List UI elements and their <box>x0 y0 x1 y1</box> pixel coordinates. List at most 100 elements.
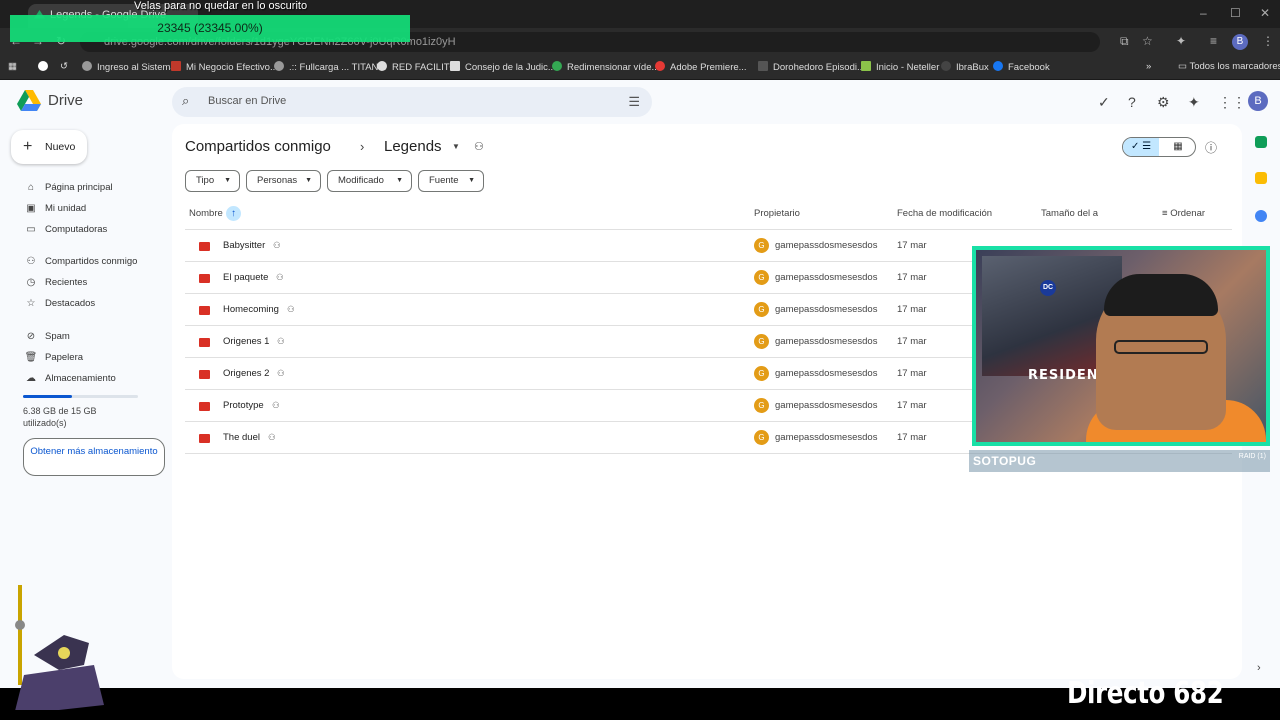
bookmark-item[interactable]: Dorohedoro Episodi... <box>758 61 865 73</box>
bookmark-item[interactable]: Adobe Premiere... <box>655 61 747 73</box>
nav-recent[interactable]: ◷ Recientes <box>24 277 88 288</box>
grid-view-button[interactable]: ▦ <box>1160 138 1196 156</box>
help-icon[interactable]: ? <box>1128 94 1136 110</box>
owner-name: gamepassdosmesesdos <box>775 336 878 347</box>
filter-type[interactable]: Tipo ▼ <box>185 170 240 192</box>
bookmark-star-icon[interactable]: ☆ <box>1142 34 1153 48</box>
calendar-icon[interactable] <box>1255 136 1267 148</box>
shared-folder-icon[interactable]: ⚇ <box>474 140 484 153</box>
search-bar[interactable]: ⌕ Buscar en Drive ☰ <box>172 87 652 117</box>
nav-spam[interactable]: ⊘ Spam <box>24 331 70 342</box>
file-name[interactable]: The duel <box>223 432 260 443</box>
file-name[interactable]: Babysitter <box>223 240 265 251</box>
sort-icon: ≡ <box>1162 208 1171 219</box>
bookmark-item[interactable]: Mi Negocio Efectivo... <box>171 61 278 73</box>
search-options-icon[interactable]: ☰ <box>628 94 640 110</box>
owner-avatar: G <box>754 430 769 445</box>
bookmark-google[interactable] <box>38 61 53 73</box>
search-icon[interactable]: ⌕ <box>182 93 189 109</box>
maximize-icon[interactable]: ☐ <box>1230 6 1241 20</box>
column-owner[interactable]: Propietario <box>754 208 800 219</box>
close-icon[interactable]: ✕ <box>1260 6 1270 20</box>
nav-storage[interactable]: ☁ Almacenamiento <box>24 373 116 384</box>
nav-trash[interactable]: 🗑 Papelera <box>24 352 83 363</box>
bookmark-item[interactable]: Ingreso al Sistema <box>82 61 176 73</box>
offline-status-icon[interactable]: ✓ <box>1098 94 1110 111</box>
nav-home[interactable]: ⌂ Página principal <box>24 182 113 193</box>
bookmark-item[interactable]: Facebook <box>993 61 1050 73</box>
file-name[interactable]: Homecoming <box>223 304 279 315</box>
modified-date: 17 mar <box>897 400 927 411</box>
nav-computers[interactable]: ▭ Computadoras <box>24 224 107 235</box>
chevron-right-icon: › <box>360 139 365 154</box>
file-name[interactable]: Prototype <box>223 400 264 411</box>
modified-date: 17 mar <box>897 368 927 379</box>
list-view-button[interactable]: ✓ ☰ <box>1123 138 1159 156</box>
gemini-sparkle-icon[interactable]: ✦ <box>1188 94 1200 111</box>
filter-people[interactable]: Personas ▼ <box>246 170 321 192</box>
owner-name: gamepassdosmesesdos <box>775 272 878 283</box>
info-icon[interactable]: ⓘ <box>1205 139 1217 156</box>
extensions-icon[interactable]: ✦ <box>1176 34 1186 48</box>
cast-icon[interactable]: ⧉ <box>1120 34 1129 49</box>
drive-app-name[interactable]: Drive <box>48 92 83 109</box>
sort-ascending-icon[interactable]: ↑ <box>226 206 241 221</box>
minimize-icon[interactable]: – <box>1200 6 1207 20</box>
breadcrumb-current[interactable]: Legends <box>384 138 442 155</box>
menu-dots-icon[interactable]: ⋮ <box>1262 34 1274 48</box>
all-bookmarks[interactable]: ▭ Todos los marcadores <box>1178 61 1280 72</box>
sort-button[interactable]: ≡ Ordenar <box>1162 208 1205 219</box>
google-icon <box>38 61 48 71</box>
get-more-storage-button[interactable]: Obtener más almacenamiento <box>23 438 165 476</box>
nav-my-drive[interactable]: ▣ Mi unidad <box>24 203 86 214</box>
shared-icon: ⚇ <box>268 432 276 442</box>
bookmark-item[interactable]: Redimensionar víde... <box>552 61 659 73</box>
screen: Legends - Google Drive – ☐ ✕ ← → ↻ drive… <box>0 0 1280 720</box>
nav-starred[interactable]: ☆ Destacados <box>24 298 96 309</box>
chevron-down-icon: ▼ <box>468 177 475 184</box>
search-input[interactable]: Buscar en Drive <box>208 95 286 107</box>
tasks-icon[interactable] <box>1255 210 1267 222</box>
settings-gear-icon[interactable]: ⚙ <box>1157 94 1170 111</box>
file-name[interactable]: Origenes 1 <box>223 336 269 347</box>
google-apps-icon[interactable]: ⋮⋮ <box>1218 94 1246 111</box>
bookmark-item[interactable]: RED FACILITO <box>377 61 457 73</box>
bookmark-item[interactable]: Inicio - Neteller <box>861 61 939 73</box>
history-icon[interactable]: ↺ <box>60 61 68 72</box>
keep-icon[interactable] <box>1255 172 1267 184</box>
bookmark-item[interactable]: Consejo de la Judic... <box>450 61 556 73</box>
file-name[interactable]: Origenes 2 <box>223 368 269 379</box>
storage-bar-fill <box>23 395 72 398</box>
column-modified[interactable]: Fecha de modificación <box>897 208 992 219</box>
bookmarks-bar: ▦ ↺ Ingreso al Sistema Mi Negocio Efecti… <box>0 56 1280 80</box>
apps-grid-icon[interactable]: ▦ <box>8 61 17 72</box>
filter-modified[interactable]: Modificado ▼ <box>327 170 412 192</box>
new-button[interactable]: + Nuevo <box>11 130 87 164</box>
browser-profile-avatar[interactable]: B <box>1232 34 1248 50</box>
shared-icon: ⚇ <box>276 272 284 282</box>
owner-avatar: G <box>754 238 769 253</box>
bookmark-item[interactable]: .:: Fullcarga ... TITAN... <box>274 61 386 73</box>
video-file-icon <box>199 306 210 315</box>
column-name[interactable]: Nombre <box>189 208 223 219</box>
column-size[interactable]: Tamaño del a <box>1041 208 1098 219</box>
chevron-down-icon[interactable]: ▼ <box>452 142 460 151</box>
owner-avatar: G <box>754 334 769 349</box>
more-bookmarks-icon[interactable]: » <box>1146 61 1151 72</box>
owner-name: gamepassdosmesesdos <box>775 432 878 443</box>
media-icon[interactable]: ≡ <box>1210 34 1217 48</box>
stream-progress-bar: 23345 (23345.00%) <box>10 15 410 42</box>
nav-shared-with-me[interactable]: ⚇ Compartidos conmigo <box>24 256 138 267</box>
home-icon: ⌂ <box>27 182 35 193</box>
my-drive-icon: ▣ <box>26 203 36 214</box>
chevron-right-icon[interactable]: › <box>1257 662 1261 674</box>
star-icon: ☆ <box>26 298 36 309</box>
modified-date: 17 mar <box>897 304 927 315</box>
bookmark-item[interactable]: IbraBux <box>941 61 989 73</box>
filter-source[interactable]: Fuente ▼ <box>418 170 484 192</box>
video-file-icon <box>199 242 210 251</box>
google-drive-logo-icon[interactable] <box>17 90 41 111</box>
breadcrumb-root[interactable]: Compartidos conmigo <box>185 138 331 155</box>
file-name[interactable]: El paquete <box>223 272 268 283</box>
account-avatar[interactable]: B <box>1248 91 1268 111</box>
